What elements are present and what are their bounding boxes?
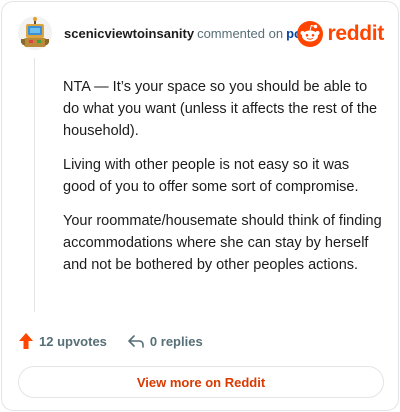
upvote-button[interactable]: 12 upvotes: [18, 332, 107, 350]
comment-meta: scenicviewtoinsanitycommented onpost: [64, 26, 314, 42]
reddit-wordmark: reddit: [327, 22, 384, 45]
thread-line: [34, 58, 35, 312]
comment-footer: 12 upvotes 0 replies: [18, 331, 203, 351]
reply-button[interactable]: 0 replies: [127, 333, 203, 349]
avatar-robot-icon: [18, 16, 52, 50]
reply-count: 0 replies: [149, 333, 203, 349]
comment-header: scenicviewtoinsanitycommented onpost red…: [18, 16, 384, 52]
upvote-count: 12 upvotes: [39, 333, 107, 349]
comment-paragraph: Living with other people is not easy so …: [63, 157, 359, 195]
embedded-comment-card: scenicviewtoinsanitycommented onpost red…: [1, 1, 399, 411]
view-more-button[interactable]: View more on Reddit: [18, 366, 384, 398]
reply-arrow-icon: [128, 335, 144, 348]
reddit-logo[interactable]: reddit: [297, 20, 384, 48]
comment-body: NTA — It’s your space so you should be a…: [63, 76, 383, 288]
comment-paragraph: NTA — It’s your space so you should be a…: [63, 79, 378, 139]
upvote-arrow-icon: [19, 333, 33, 349]
reddit-snoo-icon: [297, 21, 324, 47]
username-link[interactable]: scenicviewtoinsanity: [64, 26, 194, 41]
action-text: commented on: [197, 26, 284, 41]
user-avatar[interactable]: [18, 16, 52, 50]
comment-paragraph: Your roommate/housemate should think of …: [63, 213, 382, 273]
